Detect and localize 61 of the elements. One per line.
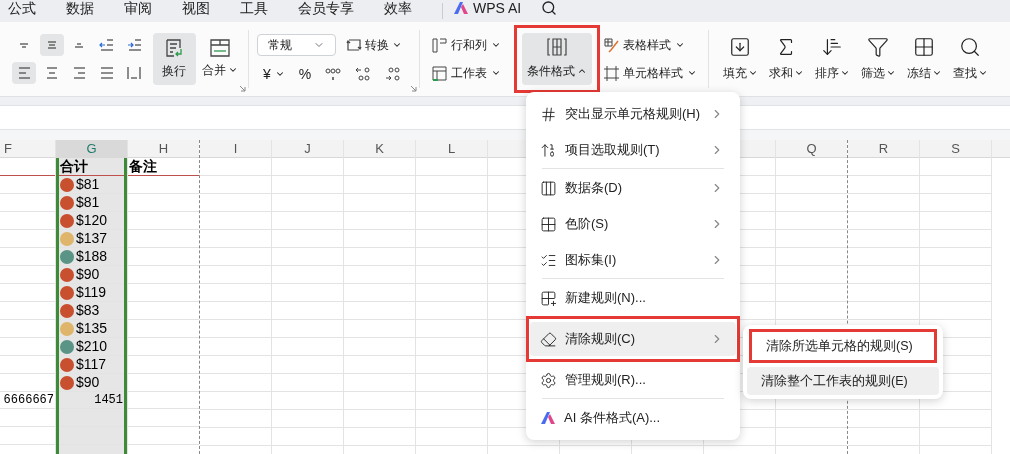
filter-button[interactable]: 筛选: [855, 33, 901, 85]
cell-style-button[interactable]: 单元格样式: [604, 64, 708, 82]
table-cell: 1451: [59, 391, 124, 409]
menu-item[interactable]: AI 条件格式(A)...: [530, 401, 736, 435]
ribbon-tab[interactable]: 效率: [384, 1, 412, 15]
cell-value: $120: [76, 211, 108, 230]
ribbon-tab[interactable]: 会员专享: [298, 1, 354, 15]
column-header[interactable]: H: [128, 140, 199, 158]
column-header[interactable]: J: [272, 140, 343, 158]
ribbon-tab[interactable]: 公式: [8, 1, 36, 15]
cell-value: $188: [76, 247, 108, 266]
menu-item[interactable]: 新建规则(N)...: [530, 281, 736, 315]
cell-value: $210: [76, 337, 108, 356]
menu-item[interactable]: 图标集(I): [530, 243, 736, 277]
cell-value: $81: [76, 175, 100, 194]
menu-item[interactable]: 数据条(D): [530, 171, 736, 205]
column-header[interactable]: K: [344, 140, 415, 158]
rows-columns-button[interactable]: 行和列: [432, 36, 514, 54]
wrap-text-button[interactable]: 换行: [152, 33, 196, 85]
merge-button[interactable]: 合并: [198, 33, 242, 85]
menu-item[interactable]: 色阶(S): [530, 207, 736, 241]
number-format-select[interactable]: 常规: [257, 33, 336, 56]
column-header[interactable]: S: [920, 140, 991, 158]
submenu-item[interactable]: 清除所选单元格的规则(S): [752, 332, 934, 360]
cell-value: $135: [76, 319, 108, 338]
cell-value: $117: [76, 355, 107, 374]
column-header[interactable]: L: [416, 140, 487, 158]
conditional-format-button[interactable]: 条件格式: [514, 25, 600, 93]
convert-button[interactable]: 转换: [346, 35, 402, 54]
table-style-button[interactable]: 表格样式: [604, 36, 708, 54]
ribbon-tab[interactable]: 工具: [240, 1, 268, 15]
column-header[interactable]: Q: [776, 140, 847, 158]
ribbon-tab[interactable]: 视图: [182, 1, 210, 15]
wps-ai-tab[interactable]: WPS AI: [453, 1, 522, 15]
table-cell: 合计: [59, 158, 124, 176]
currency-button[interactable]: ¥: [263, 63, 285, 85]
column-header[interactable]: I: [200, 140, 271, 158]
menu-item[interactable]: 清除规则(C): [530, 322, 736, 356]
cell-value: $81: [76, 193, 100, 212]
sort-button[interactable]: 排序: [809, 33, 855, 85]
ribbon-tab[interactable]: 审阅: [124, 1, 152, 15]
worksheet-button[interactable]: 工作表: [432, 64, 514, 82]
find-button[interactable]: 查找: [947, 33, 993, 85]
ribbon-tab[interactable]: 数据: [66, 1, 94, 15]
column-header[interactable]: F: [0, 140, 55, 158]
cell-value: $83: [76, 301, 100, 320]
submenu-item[interactable]: 清除整个工作表的规则(E): [747, 367, 939, 395]
column-header[interactable]: R: [848, 140, 919, 158]
menu-item[interactable]: 项目选取规则(T): [530, 133, 736, 167]
menu-item[interactable]: 突出显示单元格规则(H): [530, 97, 736, 131]
cell-value: $137: [76, 229, 108, 248]
cell-value: $90: [76, 373, 100, 392]
sum-button[interactable]: 求和: [763, 33, 809, 85]
cell-value: $90: [76, 265, 100, 284]
column-header[interactable]: G: [56, 140, 127, 158]
cell-value: $119: [76, 283, 107, 302]
percent-button[interactable]: %: [298, 63, 312, 85]
table-cell: 备注: [128, 158, 199, 176]
freeze-button[interactable]: 冻结: [901, 33, 947, 85]
fill-button[interactable]: 填充: [717, 33, 763, 85]
menu-item[interactable]: 管理规则(R)...: [530, 363, 736, 397]
